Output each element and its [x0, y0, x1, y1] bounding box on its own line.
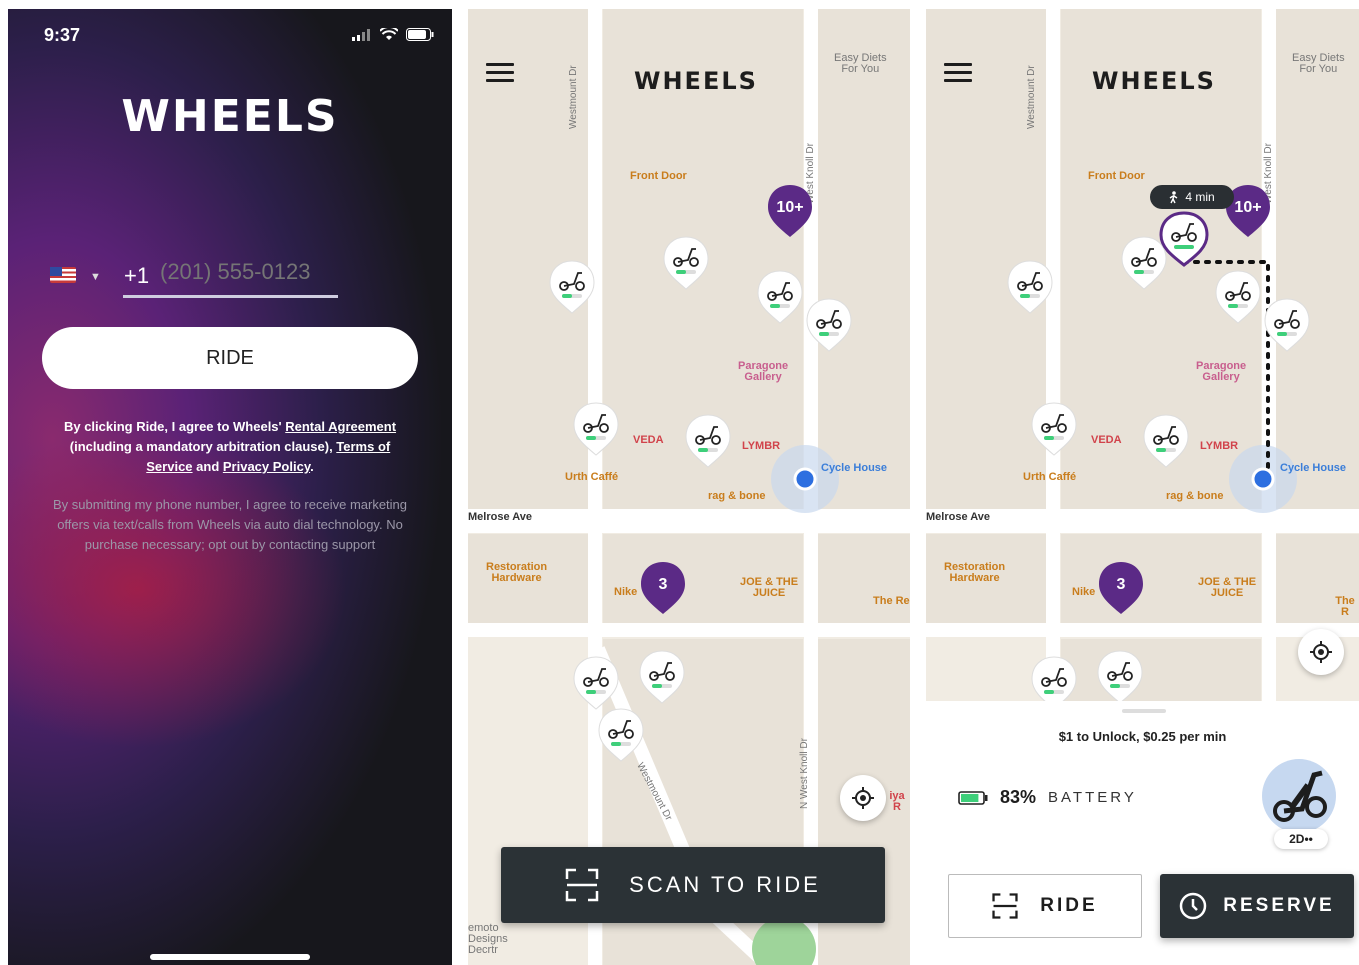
street-label-west-knoll: West Knoll Dr [1263, 143, 1274, 204]
ride-label: RIDE [1040, 895, 1098, 916]
scan-to-ride-label: SCAN TO RIDE [629, 872, 821, 897]
scooter-image [1262, 759, 1336, 833]
status-bar: 9:37 [8, 25, 452, 49]
phone-input-underline [123, 295, 338, 298]
cluster-3[interactable]: 3 [1099, 576, 1143, 594]
battery-icon [958, 790, 988, 805]
model-badge: 2D•• [1274, 829, 1328, 849]
map-view[interactable] [468, 9, 910, 965]
us-flag-icon[interactable] [50, 267, 76, 283]
app-logo: WHEELS [121, 91, 339, 142]
poi-restoration-hardware[interactable]: Restoration Hardware [486, 562, 547, 584]
background-glow [8, 429, 348, 749]
locate-me-button[interactable] [1298, 629, 1344, 675]
poi-joe-juice[interactable]: JOE & THE JUICE [740, 577, 798, 599]
ride-button[interactable]: RIDE [42, 327, 418, 389]
privacy-link[interactable]: Privacy Policy [223, 459, 310, 474]
reserve-button[interactable]: RESERVE [1160, 874, 1354, 938]
crosshair-icon [1310, 641, 1332, 663]
poi-iya-r[interactable]: iya R [884, 791, 910, 813]
battery-label: BATTERY [1048, 789, 1137, 806]
walking-person-icon [1169, 190, 1178, 203]
app-header: WHEELS [926, 9, 1359, 129]
scan-icon [565, 868, 599, 902]
map-screen: Westmount Dr West Knoll Dr N West Knoll … [468, 9, 910, 965]
scan-icon [992, 893, 1018, 919]
reserve-label: RESERVE [1223, 895, 1335, 916]
poi-rag-bone[interactable]: rag & bone [1166, 491, 1223, 502]
street-label-melrose: Melrose Ave [468, 511, 532, 523]
country-code: +1 [124, 263, 150, 288]
clock-icon [1180, 892, 1207, 920]
app-logo: WHEELS [1092, 67, 1216, 95]
street-label-melrose: Melrose Ave [926, 511, 990, 523]
sheet-handle[interactable] [1122, 709, 1166, 713]
poi-urth-caffe[interactable]: Urth Caffé [565, 472, 618, 483]
poi-front-door[interactable]: Front Door [1088, 171, 1145, 182]
poi-urth-caffe[interactable]: Urth Caffé [1023, 472, 1076, 483]
cluster-10plus[interactable]: 10+ [768, 199, 812, 217]
phone-number-input[interactable] [160, 259, 340, 285]
phone-entry-row: ▼ +1 [50, 255, 350, 299]
walk-time-pill: 4 min [1150, 185, 1234, 209]
login-screen: 9:37 WHEELS ▼ +1 RIDE By clicking Ride, … [8, 9, 452, 965]
scooter-detail-sheet: $1 to Unlock, $0.25 per min 83% BATTERY … [926, 701, 1359, 965]
poi-lymbr[interactable]: LYMBR [1200, 441, 1238, 452]
crosshair-icon [852, 787, 874, 809]
scan-to-ride-button[interactable]: SCAN TO RIDE [501, 847, 885, 923]
poi-rag-bone[interactable]: rag & bone [708, 491, 765, 502]
battery-percent: 83% [1000, 787, 1037, 807]
poi-veda[interactable]: VEDA [1091, 435, 1122, 446]
poi-lymbr[interactable]: LYMBR [742, 441, 780, 452]
walk-time-text: 4 min [1185, 190, 1215, 204]
poi-paragone-gallery[interactable]: Paragone Gallery [1196, 361, 1246, 383]
home-indicator [150, 954, 310, 960]
poi-nike[interactable]: Nike [614, 587, 637, 598]
signal-icon [352, 28, 370, 41]
hamburger-menu-icon[interactable] [944, 63, 972, 83]
poi-front-door[interactable]: Front Door [630, 171, 687, 182]
battery-status-icon [406, 28, 434, 41]
cluster-3[interactable]: 3 [641, 576, 685, 594]
scooter-detail-screen: Westmount Dr West Knoll Dr Melrose Ave E… [926, 9, 1359, 965]
street-label-west-knoll: West Knoll Dr [805, 143, 816, 204]
app-logo: WHEELS [634, 67, 758, 95]
poi-paragone-gallery[interactable]: Paragone Gallery [738, 361, 788, 383]
legal-text: By clicking Ride, I agree to Wheels' Ren… [63, 419, 397, 474]
scooter-icon [1273, 770, 1327, 822]
hamburger-menu-icon[interactable] [486, 63, 514, 83]
chevron-down-icon[interactable]: ▼ [90, 271, 101, 283]
poi-the-r[interactable]: The R [1331, 596, 1359, 618]
street-label-n-west-knoll: N West Knoll Dr [799, 738, 810, 809]
poi-the-re[interactable]: The Re [873, 596, 910, 607]
poi-restoration-hardware[interactable]: Restoration Hardware [944, 562, 1005, 584]
wifi-icon [380, 28, 398, 40]
rental-agreement-link[interactable]: Rental Agreement [285, 419, 396, 434]
poi-veda[interactable]: VEDA [633, 435, 664, 446]
poi-remoto-designs[interactable]: emoto Designs Decrtr [468, 923, 508, 956]
ride-button[interactable]: RIDE [948, 874, 1142, 938]
poi-joe-juice[interactable]: JOE & THE JUICE [1198, 577, 1256, 599]
poi-cycle-house[interactable]: Cycle House [821, 463, 887, 474]
poi-cycle-house[interactable]: Cycle House [1280, 463, 1346, 474]
status-time: 9:37 [44, 25, 81, 45]
pricing-text: $1 to Unlock, $0.25 per min [1058, 729, 1227, 744]
poi-nike[interactable]: Nike [1072, 587, 1095, 598]
battery-row: 83% BATTERY [958, 787, 1137, 808]
marketing-consent-text: By submitting my phone number, I agree t… [52, 497, 408, 552]
app-header: WHEELS [468, 9, 910, 129]
locate-me-button[interactable] [840, 775, 886, 821]
